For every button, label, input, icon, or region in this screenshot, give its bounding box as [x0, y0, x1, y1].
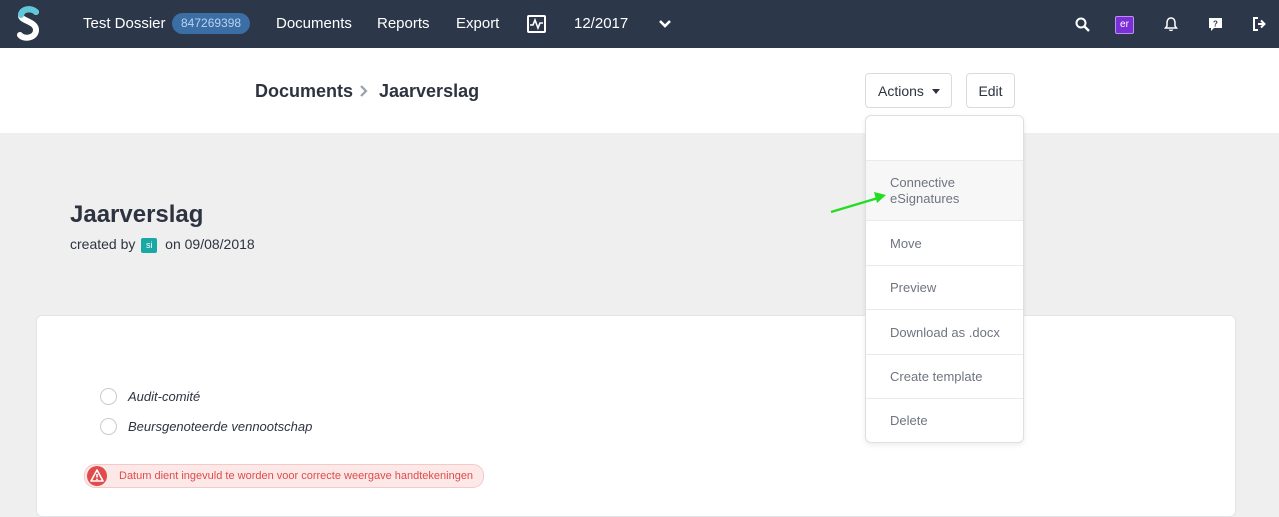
menu-item-delete[interactable]: Delete	[866, 398, 1023, 442]
option-beursgenoteerde[interactable]: Beursgenoteerde vennootschap	[100, 416, 312, 436]
help-icon[interactable]: ?	[1205, 14, 1225, 34]
user-avatar[interactable]: er	[1115, 16, 1134, 34]
svg-text:?: ?	[1213, 19, 1218, 28]
edit-button[interactable]: Edit	[966, 73, 1015, 108]
created-by-label: created by	[70, 236, 136, 252]
radio-button[interactable]	[100, 387, 117, 405]
actions-button[interactable]: Actions	[865, 73, 952, 108]
actions-dropdown-menu: Connective eSignatures Move Preview Down…	[865, 115, 1024, 443]
menu-item-create-template[interactable]: Create template	[866, 354, 1023, 398]
activity-icon[interactable]	[526, 14, 546, 34]
actions-button-label: Actions	[878, 83, 924, 99]
radio-button[interactable]	[100, 417, 117, 435]
option-audit-comite[interactable]: Audit-comité	[100, 386, 200, 406]
option-label: Audit-comité	[128, 388, 201, 404]
caret-down-icon	[932, 89, 940, 94]
menu-item-download-docx[interactable]: Download as .docx	[866, 309, 1023, 354]
annotation-arrow-icon	[830, 192, 886, 214]
breadcrumb-documents[interactable]: Documents	[255, 81, 353, 102]
breadcrumb-current: Jaarverslag	[379, 81, 480, 101]
document-meta: created by si on 09/08/2018	[70, 236, 255, 253]
logo[interactable]	[14, 6, 44, 42]
logout-icon[interactable]	[1249, 14, 1269, 34]
nav-documents-link[interactable]: Documents	[276, 0, 352, 48]
nav-reports-link[interactable]: Reports	[377, 0, 430, 48]
period-selector[interactable]: 12/2017	[574, 0, 628, 48]
warning-icon	[87, 466, 107, 486]
created-date: on 09/08/2018	[165, 236, 255, 252]
warning-message: Datum dient ingevuld te worden voor corr…	[84, 464, 485, 488]
page-header	[0, 48, 1279, 133]
nav-export-link[interactable]: Export	[456, 0, 499, 48]
dossier-name[interactable]: Test Dossier	[83, 0, 166, 48]
chevron-down-icon[interactable]	[655, 14, 675, 34]
option-label: Beursgenoteerde vennootschap	[128, 418, 313, 434]
dossier-id-badge: 847269398	[172, 13, 251, 34]
menu-item-preview[interactable]: Preview	[866, 265, 1023, 309]
top-navbar: Test Dossier 847269398 Documents Reports…	[0, 0, 1279, 48]
creator-avatar: si	[141, 238, 158, 253]
bell-icon[interactable]	[1161, 14, 1181, 34]
search-icon[interactable]	[1072, 14, 1092, 34]
warning-text: Datum dient ingevuld te worden voor corr…	[119, 470, 474, 482]
menu-item-move[interactable]: Move	[866, 220, 1023, 265]
chevron-right-icon	[360, 85, 368, 97]
document-title: Jaarverslag	[70, 201, 204, 228]
